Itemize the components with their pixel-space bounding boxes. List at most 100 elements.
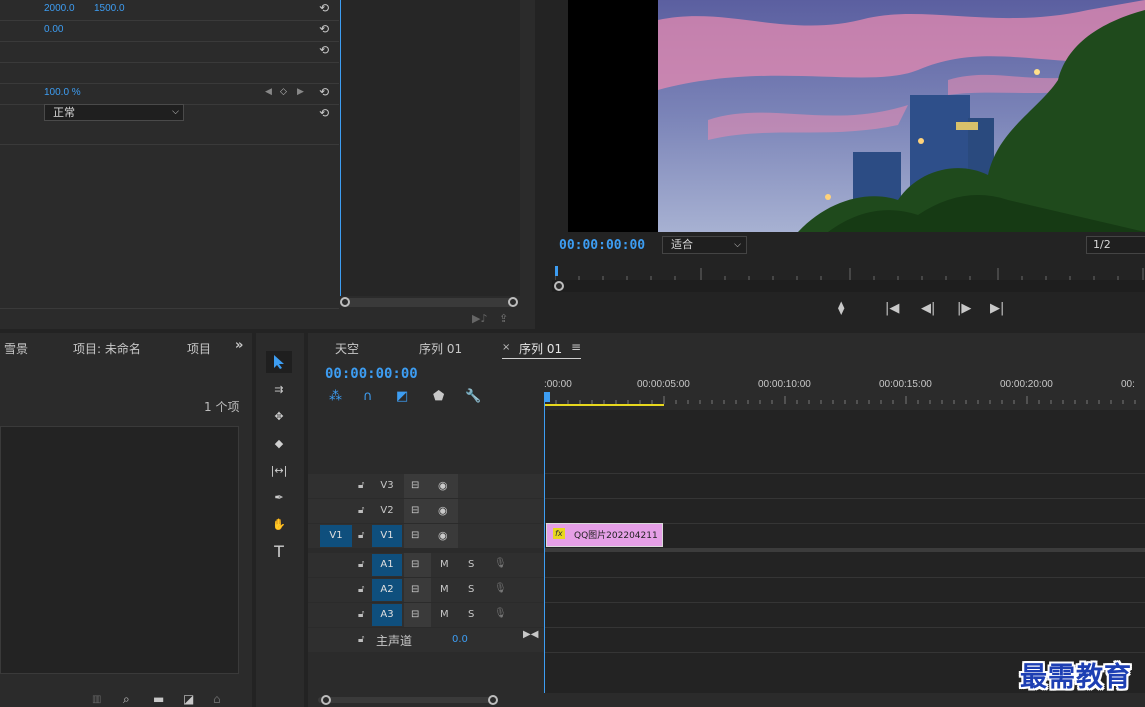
solo-button[interactable]: S (468, 584, 474, 595)
tab-sky[interactable]: 天空 (335, 340, 359, 357)
effect-value[interactable]: 0.00 (44, 24, 63, 35)
type-tool[interactable]: T (266, 540, 292, 562)
slip-tool[interactable]: |↔| (266, 459, 292, 481)
wrench-settings-icon[interactable]: 🔧 (465, 389, 481, 404)
tab-project-untitled[interactable]: 项目: 未命名 (73, 340, 141, 357)
effect-timeline-scrollbar[interactable] (340, 297, 518, 307)
reset-icon[interactable]: ⟲ (319, 23, 331, 35)
sync-lock-icon[interactable]: ⊟ (411, 559, 419, 570)
track-target-v1[interactable]: V1 (372, 525, 402, 547)
track-target-v2[interactable]: V2 (372, 500, 402, 522)
eye-icon[interactable]: ◉ (438, 504, 448, 517)
effect-timeline-area[interactable] (340, 0, 520, 296)
effect-value-secondary[interactable]: 1500.0 (94, 3, 125, 14)
video-audio-divider[interactable] (544, 548, 1145, 552)
folder-icon[interactable]: ▬ (153, 692, 164, 706)
go-to-in-icon[interactable]: |◀ (885, 301, 899, 316)
linked-selection-icon[interactable]: ◩ (396, 389, 408, 404)
sync-lock-icon[interactable]: ⊟ (411, 609, 419, 620)
scroll-handle-right[interactable] (508, 297, 518, 307)
step-forward-icon[interactable]: |▶ (957, 301, 971, 316)
track-target-a2[interactable]: A2 (372, 579, 402, 601)
go-to-end-icon[interactable]: ▶◀ (523, 629, 538, 640)
ripple-edit-tool[interactable]: ✥ (266, 405, 292, 427)
solo-button[interactable]: S (468, 609, 474, 620)
effect-playhead[interactable] (340, 0, 341, 296)
hand-tool[interactable]: ✋ (266, 513, 292, 535)
pen-tool[interactable]: ✒ (266, 486, 292, 508)
lock-icon[interactable]: 🔓︎ (358, 505, 364, 516)
eye-icon[interactable]: ◉ (438, 529, 448, 542)
sync-lock-icon[interactable]: ⊟ (411, 480, 419, 491)
tab-project[interactable]: 项目 (187, 340, 211, 357)
sync-lock-icon[interactable]: ⊟ (411, 584, 419, 595)
microphone-icon[interactable]: 🎙︎ (494, 558, 507, 569)
track-target-a1[interactable]: A1 (372, 554, 402, 576)
track-target-a3[interactable]: A3 (372, 604, 402, 626)
marker-icon[interactable]: ⧫ (838, 301, 844, 316)
prev-keyframe-icon[interactable]: ◀ (265, 87, 272, 97)
lock-icon[interactable]: 🔓︎ (358, 530, 364, 541)
snap-magnet-icon[interactable]: ∩ (363, 389, 373, 404)
lock-icon[interactable]: 🔓︎ (358, 480, 364, 491)
source-patch-v1[interactable]: V1 (320, 525, 352, 547)
reset-icon[interactable]: ⟲ (319, 44, 331, 56)
scroll-handle-left[interactable] (340, 297, 350, 307)
track-target-v3[interactable]: V3 (372, 475, 402, 497)
nest-icon[interactable]: ⁂ (329, 389, 342, 404)
monitor-scrub-bar[interactable] (552, 280, 1145, 292)
tab-sequence-01-active[interactable]: 序列 01 (519, 340, 562, 357)
monitor-time-ruler[interactable] (555, 262, 1145, 280)
timeline-time-ruler[interactable] (544, 374, 1145, 410)
track-select-tool[interactable]: ⇉ (266, 378, 292, 400)
mute-button[interactable]: M (440, 584, 449, 595)
lock-icon[interactable]: 🔓︎ (358, 609, 364, 620)
scrub-handle[interactable] (554, 281, 564, 291)
mute-button[interactable]: M (440, 559, 449, 570)
resolution-select[interactable]: 1/2 (1086, 236, 1145, 254)
blend-mode-select[interactable]: 正常 ⌵ (44, 104, 184, 121)
lock-icon[interactable]: 🔓︎ (358, 584, 364, 595)
microphone-icon[interactable]: 🎙︎ (494, 583, 507, 594)
project-item-list[interactable] (0, 426, 239, 674)
list-view-icon[interactable]: ▥ (92, 694, 101, 705)
panel-menu-icon[interactable]: ≡ (571, 340, 581, 354)
razor-tool[interactable]: ◆ (266, 432, 292, 454)
effect-value[interactable]: 2000.0 (44, 3, 75, 14)
solo-button[interactable]: S (468, 559, 474, 570)
lock-icon[interactable]: 🔓︎ (358, 559, 364, 570)
audio-out-icon[interactable]: ▶♪ (472, 312, 487, 325)
selection-tool[interactable] (266, 351, 292, 373)
zoom-fit-select[interactable]: 适合 ⌵ (662, 236, 747, 254)
sync-lock-icon[interactable]: ⊟ (411, 530, 419, 541)
add-marker-icon[interactable]: ⬟ (433, 389, 444, 404)
timeline-timecode[interactable]: 00:00:00:00 (325, 366, 418, 382)
trash-icon[interactable]: ⌂ (213, 692, 221, 706)
video-clip[interactable]: fx QQ图片202204211 (546, 523, 663, 547)
step-back-icon[interactable]: ◀| (921, 301, 935, 316)
scroll-handle-right[interactable] (488, 695, 498, 705)
microphone-icon[interactable]: 🎙︎ (494, 608, 507, 619)
next-keyframe-icon[interactable]: ▶ (297, 87, 304, 97)
more-tabs-icon[interactable]: » (235, 338, 243, 353)
add-keyframe-icon[interactable]: ◇ (280, 87, 287, 97)
eye-icon[interactable]: ◉ (438, 479, 448, 492)
tab-sequence-01[interactable]: 序列 01 (419, 340, 462, 357)
export-icon[interactable]: ⇪ (499, 312, 508, 325)
lock-icon[interactable]: 🔓︎ (358, 634, 364, 645)
go-to-out-icon[interactable]: ▶| (990, 301, 1004, 316)
sync-lock-icon[interactable]: ⊟ (411, 505, 419, 516)
new-item-icon[interactable]: ◪ (183, 692, 194, 706)
search-icon[interactable]: ⌕ (123, 692, 130, 707)
timeline-playhead[interactable] (544, 398, 545, 693)
reset-icon[interactable]: ⟲ (319, 86, 331, 98)
reset-icon[interactable]: ⟲ (319, 107, 331, 119)
opacity-value[interactable]: 100.0 % (44, 87, 81, 98)
timeline-scrollbar[interactable] (318, 697, 496, 703)
reset-icon[interactable]: ⟲ (319, 2, 331, 14)
tab-snow-scene[interactable]: 雪景 (4, 340, 28, 357)
program-video-frame[interactable] (568, 0, 1145, 232)
mute-button[interactable]: M (440, 609, 449, 620)
close-tab-icon[interactable]: × (502, 342, 510, 353)
scroll-handle-left[interactable] (321, 695, 331, 705)
